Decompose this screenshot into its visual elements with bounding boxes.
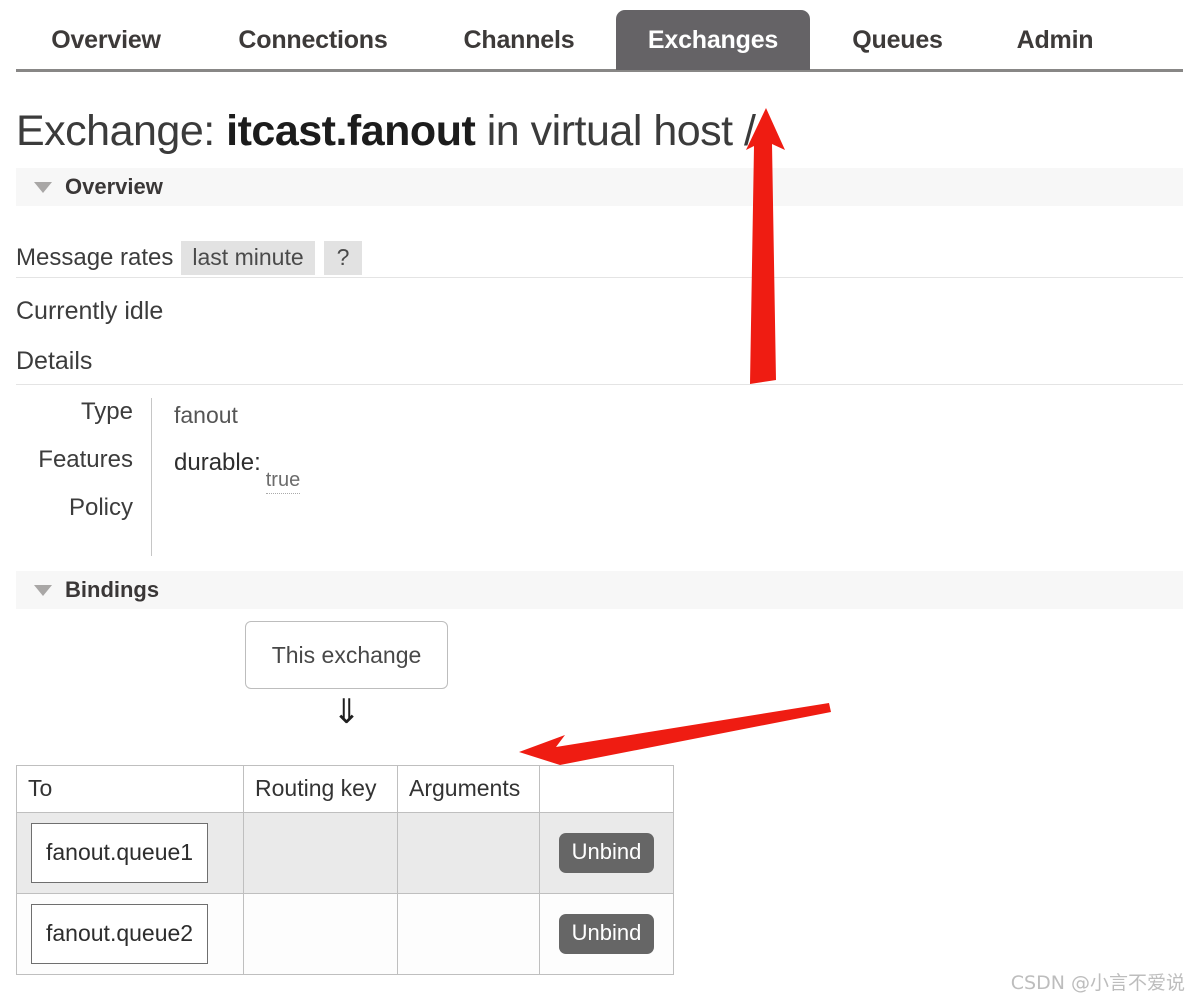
cell-routing-key (243, 812, 398, 894)
section-title: Bindings (65, 577, 160, 602)
unbind-button[interactable]: Unbind (558, 833, 655, 873)
bindings-table: To Routing key Arguments fanout.queue1 U… (16, 765, 674, 975)
details-label: Details (16, 347, 93, 375)
caret-down-icon (34, 182, 52, 193)
nav-tab-connections[interactable]: Connections (218, 10, 408, 70)
queue-link[interactable]: fanout.queue2 (31, 904, 209, 964)
details-value-cell: fanout (151, 398, 576, 446)
page-title-exchange-name: itcast.fanout (226, 107, 476, 155)
table-row: fanout.queue2 Unbind (16, 893, 674, 975)
cell-to: fanout.queue1 (16, 812, 244, 894)
nav-tab-admin[interactable]: Admin (1000, 10, 1110, 70)
exchange-details-table: Type fanout Features durable: true Polic… (16, 398, 576, 556)
details-key: Type (80, 398, 133, 425)
details-value-cell: durable: true (151, 446, 576, 494)
column-header-routing-key: Routing key (243, 765, 398, 813)
details-value: fanout (174, 402, 238, 428)
cell-action: Unbind (539, 893, 674, 975)
this-exchange-node: This exchange (245, 621, 448, 689)
cell-action: Unbind (539, 812, 674, 894)
top-navigation-bar: Overview Connections Channels Exchanges … (0, 0, 1199, 72)
nav-tab-label: Connections (238, 25, 388, 54)
column-header-to: To (16, 765, 244, 813)
details-value-cell (151, 494, 576, 556)
double-down-arrow-icon: ⇓ (332, 693, 361, 731)
details-row-features: Features durable: true (16, 446, 576, 494)
cell-to: fanout.queue2 (16, 893, 244, 975)
nav-tab-label: Queues (852, 25, 943, 54)
queue-link[interactable]: fanout.queue1 (31, 823, 209, 883)
column-header-actions (539, 765, 674, 813)
details-value: durable: (174, 449, 261, 476)
caret-down-icon (34, 585, 52, 596)
page-title-prefix: Exchange: (16, 107, 215, 155)
message-rates-row: Message rates last minute ? (16, 240, 363, 276)
section-title: Overview (65, 174, 163, 199)
divider-under-details (16, 384, 1183, 385)
section-header-bindings[interactable]: Bindings (16, 571, 1183, 609)
nav-tab-overview[interactable]: Overview (30, 10, 182, 70)
cell-arguments (397, 812, 540, 894)
nav-underline-divider (16, 69, 1183, 72)
cell-routing-key (243, 893, 398, 975)
nav-tab-label: Exchanges (647, 25, 779, 54)
unbind-button[interactable]: Unbind (558, 914, 655, 954)
help-question-icon[interactable]: ? (323, 240, 363, 276)
message-rates-label: Message rates (16, 244, 174, 271)
table-header-row: To Routing key Arguments (16, 765, 674, 813)
page-title: Exchange: itcast.fanout in virtual host … (16, 107, 756, 156)
details-row-policy: Policy (16, 494, 576, 556)
nav-tab-label: Channels (463, 25, 575, 54)
nav-tab-queues[interactable]: Queues (835, 10, 960, 70)
watermark-text: CSDN @小言不爱说 (1010, 972, 1185, 994)
nav-tab-exchanges[interactable]: Exchanges (616, 10, 810, 70)
rates-period-button[interactable]: last minute (181, 240, 315, 276)
nav-tab-label: Admin (1016, 25, 1094, 54)
details-value-sub: true (265, 469, 301, 494)
page-title-vhost: / (744, 107, 756, 155)
details-key: Policy (68, 494, 133, 521)
nav-tab-channels[interactable]: Channels (445, 10, 593, 70)
divider-under-rates (16, 277, 1183, 278)
table-row: fanout.queue1 Unbind (16, 812, 674, 894)
details-row-type: Type fanout (16, 398, 576, 446)
page-title-middle: in virtual host (486, 107, 733, 155)
cell-arguments (397, 893, 540, 975)
column-header-arguments: Arguments (397, 765, 540, 813)
this-exchange-label: This exchange (271, 641, 422, 668)
section-header-overview[interactable]: Overview (16, 168, 1183, 206)
currently-idle-status: Currently idle (16, 297, 164, 325)
annotation-arrow-to-bindings (519, 703, 831, 765)
details-key: Features (38, 446, 133, 473)
nav-tab-label: Overview (51, 25, 161, 54)
